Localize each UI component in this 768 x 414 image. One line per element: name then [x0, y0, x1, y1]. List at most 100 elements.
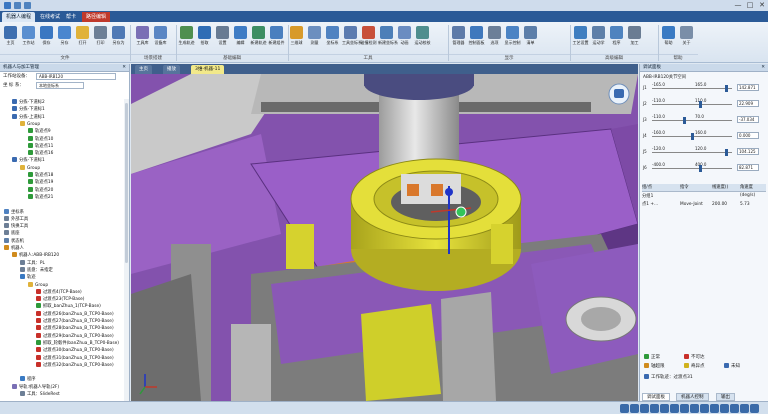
tree-node[interactable]: 状态机: [4, 237, 24, 244]
tree-scroll-thumb[interactable]: [125, 103, 128, 263]
grid-cell[interactable]: 点1 +...: [642, 201, 658, 209]
joint-slider-track[interactable]: [652, 168, 732, 169]
tree-node[interactable]: 抓取_轮毂件(banZhua_B_TCP0-Base): [36, 339, 119, 346]
print-button[interactable]: 打印: [92, 24, 109, 52]
tree-scrollbar[interactable]: [124, 99, 129, 401]
tree-node[interactable]: 轨迹点16: [28, 150, 53, 156]
edit-button[interactable]: 编辑: [232, 24, 249, 52]
tree-node[interactable]: 分拣-下道标1: [12, 157, 45, 163]
3d-ball-button[interactable]: 三维球: [288, 24, 305, 52]
tree-node[interactable]: 轨迹点11: [28, 142, 53, 149]
maximize-button[interactable]: □: [744, 0, 756, 11]
new-path-button[interactable]: 新建轨迹: [250, 24, 267, 52]
viewport-tab-1[interactable]: 播放: [163, 65, 180, 74]
3d-viewport[interactable]: [131, 74, 638, 401]
joint-slider-thumb[interactable]: [683, 117, 687, 124]
camera-icon[interactable]: [750, 404, 759, 413]
tree-node[interactable]: 分拣-下道标2: [12, 99, 45, 105]
display-control-button[interactable]: 显示控制: [504, 24, 521, 52]
joint-slider-thumb[interactable]: [724, 149, 728, 156]
light-icon[interactable]: [720, 404, 729, 413]
redo-icon[interactable]: [24, 2, 31, 9]
joint-slider-thumb[interactable]: [698, 101, 702, 108]
open-button[interactable]: 打开: [74, 24, 91, 52]
tree-node[interactable]: 过渡点27(banZhua_B_TCP0-Base): [36, 318, 114, 324]
control-panel-button[interactable]: 控制面板: [468, 24, 485, 52]
tree-node[interactable]: 轨迹点10: [28, 135, 53, 142]
snap-icon[interactable]: [740, 404, 749, 413]
frame-button[interactable]: 坐标系: [324, 24, 341, 52]
grid-cell[interactable]: 5.73: [740, 201, 750, 209]
tree-node[interactable]: 坐标系: [4, 208, 24, 215]
joint-value-input[interactable]: 22.909: [737, 100, 759, 107]
animation-button[interactable]: 动画: [396, 24, 413, 52]
tree-node[interactable]: 工具：SlideRest: [20, 391, 60, 397]
panel-tab-2[interactable]: 输出: [716, 393, 735, 401]
tree-node[interactable]: 分拣-上道标1: [12, 113, 45, 120]
select-icon[interactable]: [620, 404, 629, 413]
zoom-icon[interactable]: [670, 404, 679, 413]
save-as-button[interactable]: 另存: [56, 24, 73, 52]
fit-icon[interactable]: [680, 404, 689, 413]
tcp-handle-icon[interactable]: [455, 206, 467, 218]
pick-button[interactable]: 拾取: [196, 24, 213, 52]
viewport-tab-0[interactable]: 主页: [135, 65, 152, 74]
view-iso-icon[interactable]: [660, 404, 669, 413]
tree-node[interactable]: 底盘：未指定: [20, 266, 53, 273]
tree-node[interactable]: 过渡点32(banZhua_B_TCP0-Base): [36, 361, 114, 368]
tree-node[interactable]: 快换工具: [4, 223, 28, 229]
save-button[interactable]: 保存: [38, 24, 55, 52]
ribbon-tab-1[interactable]: 在线考试: [36, 12, 64, 22]
tree-node[interactable]: 过渡点29(banZhua_B_TCP0-Base): [36, 332, 114, 339]
tree-node[interactable]: 外部工具: [4, 215, 28, 222]
list-button[interactable]: 清单: [522, 24, 539, 52]
collision-button[interactable]: 碰撞检测: [360, 24, 377, 52]
measure-button[interactable]: 测量: [306, 24, 323, 52]
manager-button[interactable]: 管理器: [450, 24, 467, 52]
shade-icon[interactable]: [710, 404, 719, 413]
grid-cell[interactable]: 分组1: [642, 193, 653, 201]
render-icon[interactable]: [690, 404, 699, 413]
joint-slider-thumb[interactable]: [691, 133, 694, 140]
tree-node[interactable]: 机器人:ABB-IRB120: [12, 252, 59, 258]
station-button[interactable]: 工作站: [20, 24, 37, 52]
3d-scene[interactable]: [131, 74, 638, 401]
ribbon-tab-0[interactable]: 机器人编程: [2, 12, 36, 22]
ribbon-tab-3[interactable]: 路径编辑: [82, 12, 111, 22]
program-button[interactable]: 程序: [608, 24, 625, 52]
joint-slider-track[interactable]: [652, 152, 732, 153]
panel-tab-1[interactable]: 机器人控制: [676, 393, 709, 401]
minimize-button[interactable]: —: [732, 0, 744, 11]
tree-node[interactable]: 分拣-下道标1: [12, 106, 45, 112]
view-front-icon[interactable]: [630, 404, 639, 413]
tool-lib-button[interactable]: 工具库: [134, 24, 151, 52]
viewport-tab-2[interactable]: 3维-机器-11: [191, 65, 225, 74]
joint-slider-track[interactable]: [652, 88, 732, 89]
tree-node[interactable]: 轨迹点9: [28, 128, 51, 134]
tree-node[interactable]: 过渡点30(banZhua_B_TCP0-Base): [36, 347, 114, 353]
kinematics-button[interactable]: 运动学: [590, 24, 607, 52]
tree-node[interactable]: 抓取_banZhua_1(TCP-Base): [36, 303, 101, 309]
grid-icon[interactable]: [730, 404, 739, 413]
about-button[interactable]: 关于: [678, 24, 695, 52]
generate-path-button[interactable]: 生成轨迹: [178, 24, 195, 52]
joint-value-input[interactable]: 142.871: [737, 84, 759, 91]
joint-value-input[interactable]: 0.000: [737, 132, 759, 139]
grid-cell[interactable]: Move-Joint: [680, 201, 703, 209]
tree-node[interactable]: 过渡点23(TCP-Base): [36, 296, 84, 302]
tree-node[interactable]: 底座: [4, 230, 20, 236]
options-button[interactable]: 选项: [486, 24, 503, 52]
machining-button[interactable]: 加工: [626, 24, 643, 52]
joint-slider-thumb[interactable]: [724, 85, 728, 92]
tcp-origin-icon[interactable]: [445, 188, 453, 196]
tree-node[interactable]: 工具：PL: [20, 259, 45, 266]
help-button[interactable]: 帮助: [660, 24, 677, 52]
tree-node[interactable]: Group: [20, 120, 40, 127]
tree-node[interactable]: 过渡点28(banZhua_B_TCP0-Base): [36, 325, 114, 331]
view-top-icon[interactable]: [640, 404, 649, 413]
wire-icon[interactable]: [700, 404, 709, 413]
tree-node[interactable]: 过渡点4(TCP-Base): [36, 288, 82, 295]
tree-node[interactable]: 程序: [20, 376, 36, 382]
new-frame-button[interactable]: 新建坐标系: [378, 24, 398, 52]
station-select[interactable]: ABB-IRB120: [36, 73, 116, 80]
